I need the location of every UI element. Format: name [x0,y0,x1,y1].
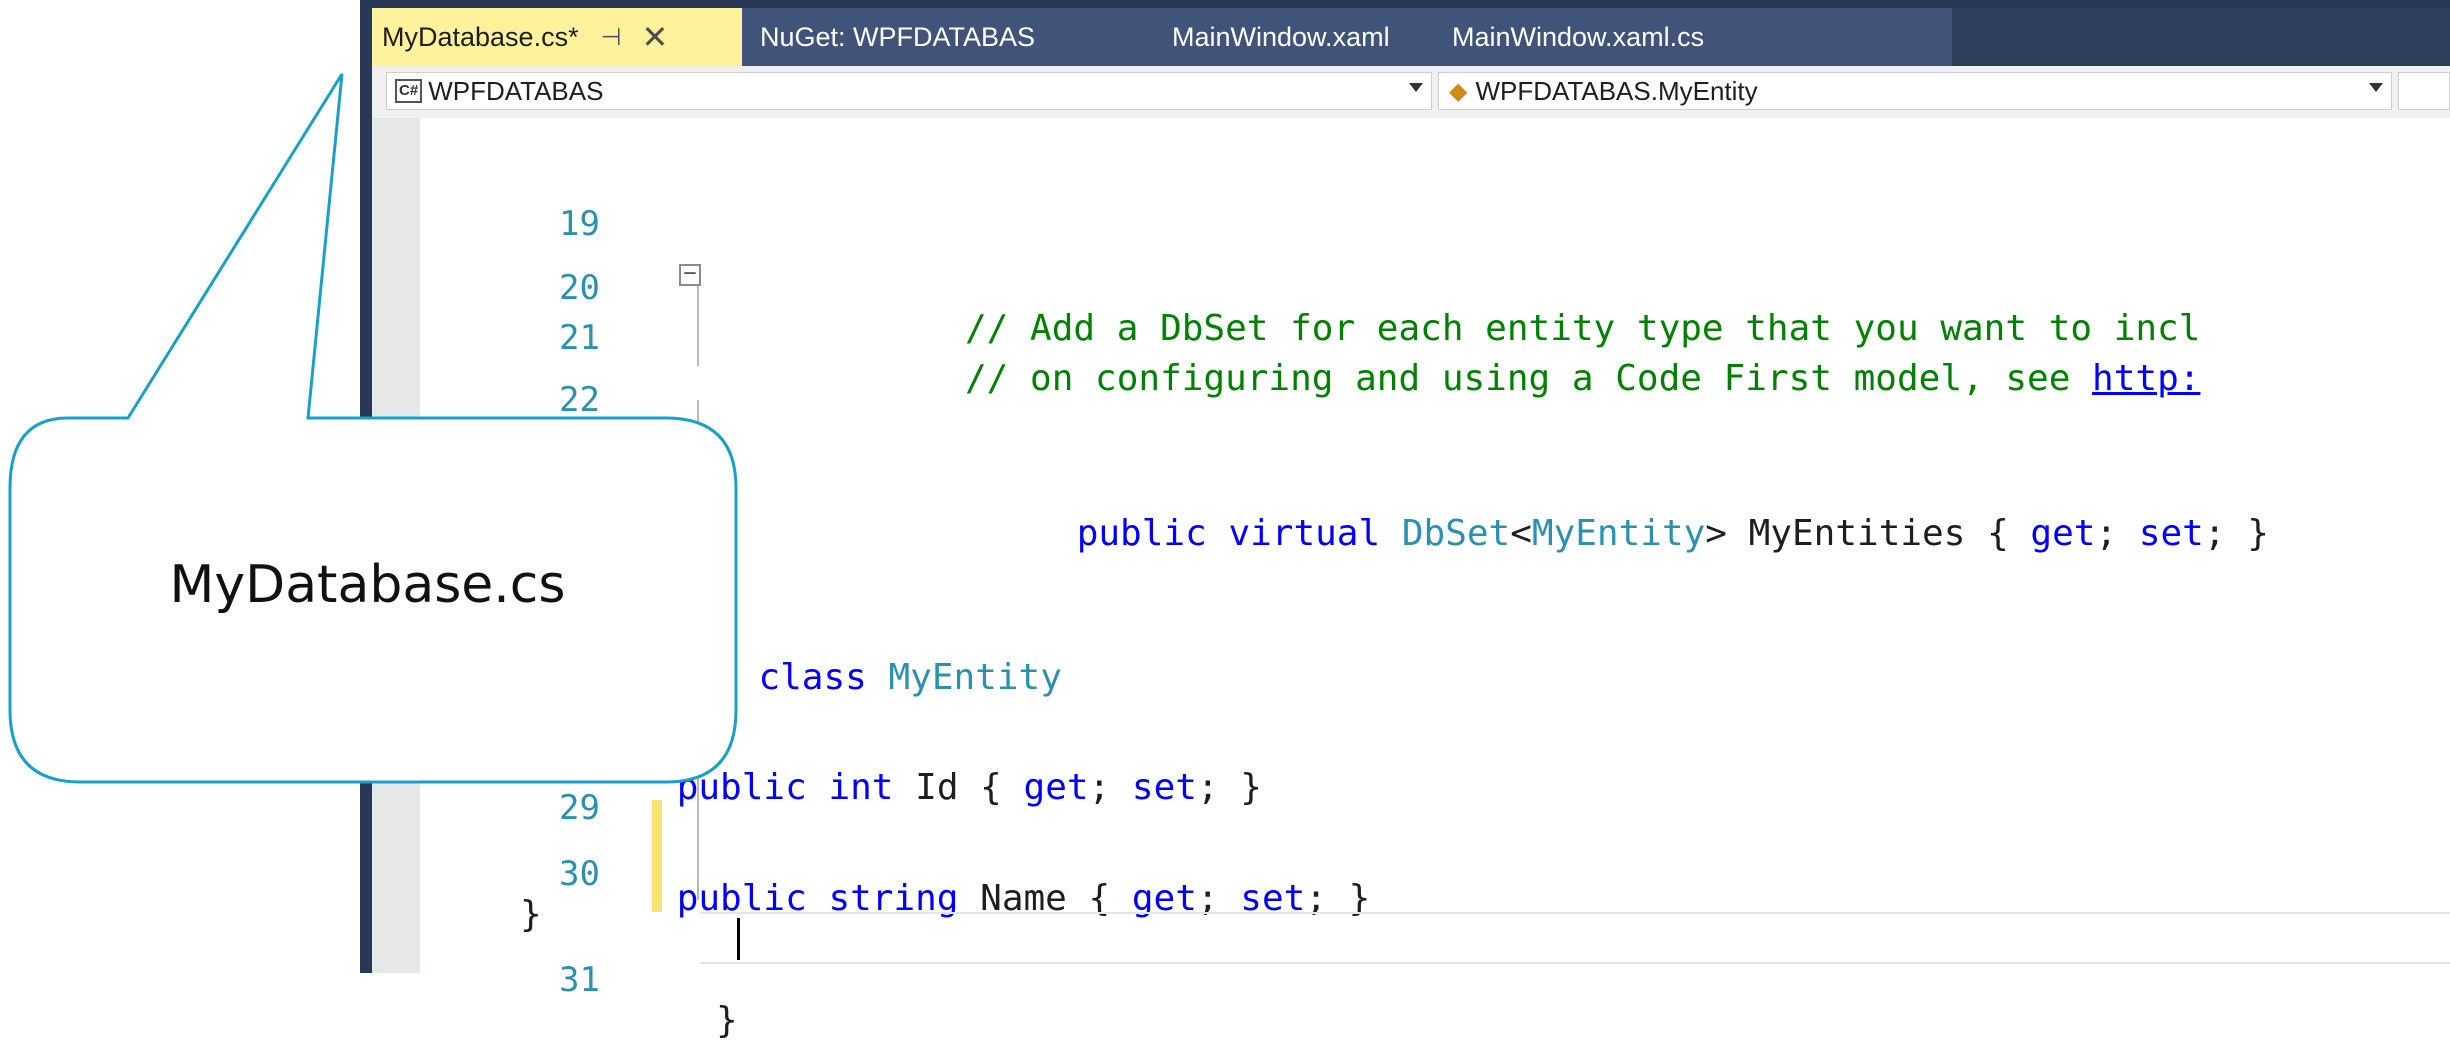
callout-bubble [8,73,738,784]
code-text: } [716,1000,738,1041]
callout-shape [8,73,738,784]
callout-label: MyDatabase.cs [169,555,566,615]
